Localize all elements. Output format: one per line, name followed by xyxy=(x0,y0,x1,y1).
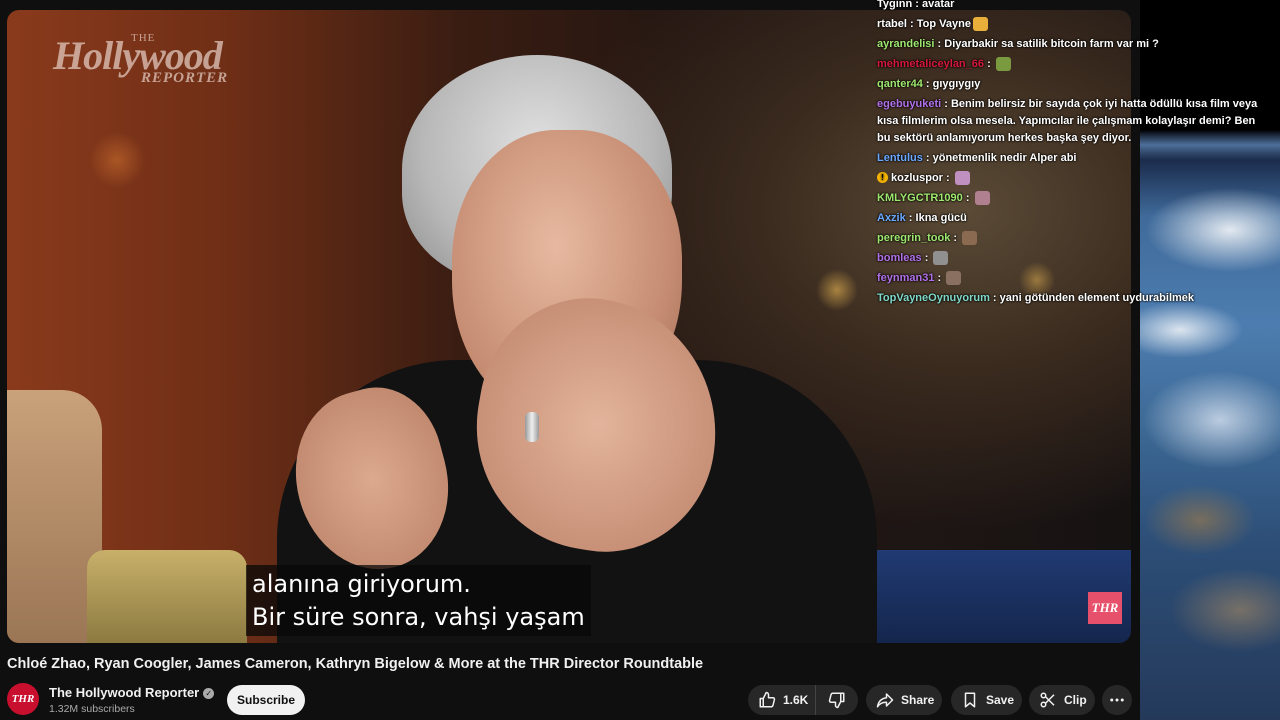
channel-name[interactable]: The Hollywood Reporter ✓ xyxy=(49,685,215,700)
chat-badge-icon: ! xyxy=(877,172,888,184)
like-dislike-group: 1.6K xyxy=(748,685,858,715)
chat-username[interactable]: peregrin_took xyxy=(877,232,950,244)
chat-text: yönetmenlik nedir Alper abi xyxy=(932,151,1077,164)
chat-username[interactable]: Lentulus xyxy=(877,152,923,164)
chat-message: rtabel : Top Vayne xyxy=(868,14,1280,34)
channel-name-text[interactable]: The Hollywood Reporter xyxy=(49,685,199,700)
save-button[interactable]: Save xyxy=(951,685,1022,715)
chat-text: Ikna gücü xyxy=(915,211,967,224)
thumbs-up-icon xyxy=(759,691,776,708)
chat-emote-icon xyxy=(946,270,962,285)
verified-icon: ✓ xyxy=(203,688,215,699)
more-actions-button[interactable] xyxy=(1102,685,1132,715)
chat-emote-icon xyxy=(933,250,949,265)
chat-separator: : xyxy=(922,151,933,164)
clip-label: Clip xyxy=(1064,693,1087,707)
chat-username[interactable]: kozluspor xyxy=(891,172,943,184)
video-scene-speaker xyxy=(257,55,877,643)
chat-emote-icon xyxy=(972,16,988,31)
save-label: Save xyxy=(986,693,1015,707)
chat-separator: : xyxy=(912,0,923,10)
chat-separator: : xyxy=(941,97,951,110)
chat-separator: : xyxy=(984,57,994,70)
chat-message: Tyginn : avatar xyxy=(868,0,1280,14)
bookmark-icon xyxy=(964,692,976,708)
chat-username[interactable]: mehmetaliceylan_66 xyxy=(877,58,984,70)
subtitle-line: alanına giriyorum. xyxy=(252,570,471,598)
chat-username[interactable]: ayrandelisi xyxy=(877,38,934,50)
chat-username[interactable]: feynman31 xyxy=(877,272,934,284)
chat-message: peregrin_took : xyxy=(868,228,1280,248)
chat-username[interactable]: rtabel xyxy=(877,18,907,30)
chat-separator: : xyxy=(950,231,961,244)
chat-message: qanter44 : gıygıygıy xyxy=(868,74,1280,94)
subscribe-button[interactable]: Subscribe xyxy=(227,685,305,715)
share-button[interactable]: Share xyxy=(866,685,942,715)
channel-avatar[interactable]: THR xyxy=(7,683,39,715)
chat-separator: : xyxy=(942,171,953,184)
chat-message: ayrandelisi : Diyarbakir sa satilik bitc… xyxy=(868,34,1280,54)
chat-separator: : xyxy=(934,271,945,284)
chat-message: Lentulus : yönetmenlik nedir Alper abi xyxy=(868,148,1280,168)
thr-corner-badge: THR xyxy=(1088,592,1122,624)
chat-message: egebuyuketi : Benim belirsiz bir sayıda … xyxy=(868,94,1280,148)
chat-message: mehmetaliceylan_66 : xyxy=(868,54,1280,74)
chat-username[interactable]: qanter44 xyxy=(877,78,923,90)
chat-text: Diyarbakir sa satilik bitcoin farm var m… xyxy=(944,37,1159,50)
chat-message: ! kozluspor : xyxy=(868,168,1280,188)
scissors-icon xyxy=(1040,692,1055,708)
chat-text: gıygıygıy xyxy=(932,77,981,90)
chat-message: KMLYGCTR1090 : xyxy=(868,188,1280,208)
chat-text: Top Vayne xyxy=(916,17,971,30)
share-label: Share xyxy=(901,693,935,707)
chat-message: Axzik : Ikna gücü xyxy=(868,208,1280,228)
chat-separator: : xyxy=(905,211,916,224)
share-icon xyxy=(876,693,894,708)
chat-username[interactable]: egebuyuketi xyxy=(877,98,941,110)
chat-separator: : xyxy=(934,37,945,50)
subtitle-line: Bir süre sonra, vahşi yaşam xyxy=(252,603,585,631)
chat-username[interactable]: Axzik xyxy=(877,212,906,224)
like-button[interactable]: 1.6K xyxy=(748,685,816,715)
live-chat-overlay: Tyginn : avatar rtabel : Top Vayne ayrande… xyxy=(868,0,1280,308)
chat-username[interactable]: bomleas xyxy=(877,252,922,264)
clip-button[interactable]: Clip xyxy=(1029,685,1095,715)
like-count: 1.6K xyxy=(783,693,809,707)
chat-username[interactable]: Tyginn xyxy=(877,0,912,10)
chat-username[interactable]: KMLYGCTR1090 xyxy=(877,192,963,204)
thumbs-down-icon xyxy=(828,692,845,709)
hollywood-reporter-watermark: THE Hollywood REPORTER xyxy=(53,32,229,86)
subscriber-count: 1.32M subscribers xyxy=(49,703,135,715)
chat-message: TopVayneOynuyorum : yani götünden elemen… xyxy=(868,288,1280,308)
chat-emote-icon xyxy=(995,56,1011,71)
chat-text: avatar xyxy=(922,0,955,10)
chat-separator: : xyxy=(922,77,933,90)
chat-emote-icon xyxy=(954,170,970,185)
dislike-button[interactable] xyxy=(816,685,858,715)
chat-separator: : xyxy=(962,191,973,204)
chat-text: yani götünden element uydurabilmek xyxy=(999,291,1195,304)
chat-message: feynman31 : xyxy=(868,268,1280,288)
more-horizontal-icon xyxy=(1110,698,1124,702)
chat-username[interactable]: TopVayneOynuyorum xyxy=(877,292,990,304)
chat-separator: : xyxy=(989,291,1000,304)
chat-separator: : xyxy=(921,251,932,264)
video-title: Chloé Zhao, Ryan Coogler, James Cameron,… xyxy=(7,656,704,672)
chat-separator: : xyxy=(906,17,917,30)
chat-message: bomleas : xyxy=(868,248,1280,268)
chat-emote-icon xyxy=(974,190,990,205)
chat-emote-icon xyxy=(962,230,978,245)
video-subtitles: alanına giriyorum. Bir süre sonra, vahşi… xyxy=(246,565,591,636)
video-scene-couch xyxy=(87,550,247,643)
